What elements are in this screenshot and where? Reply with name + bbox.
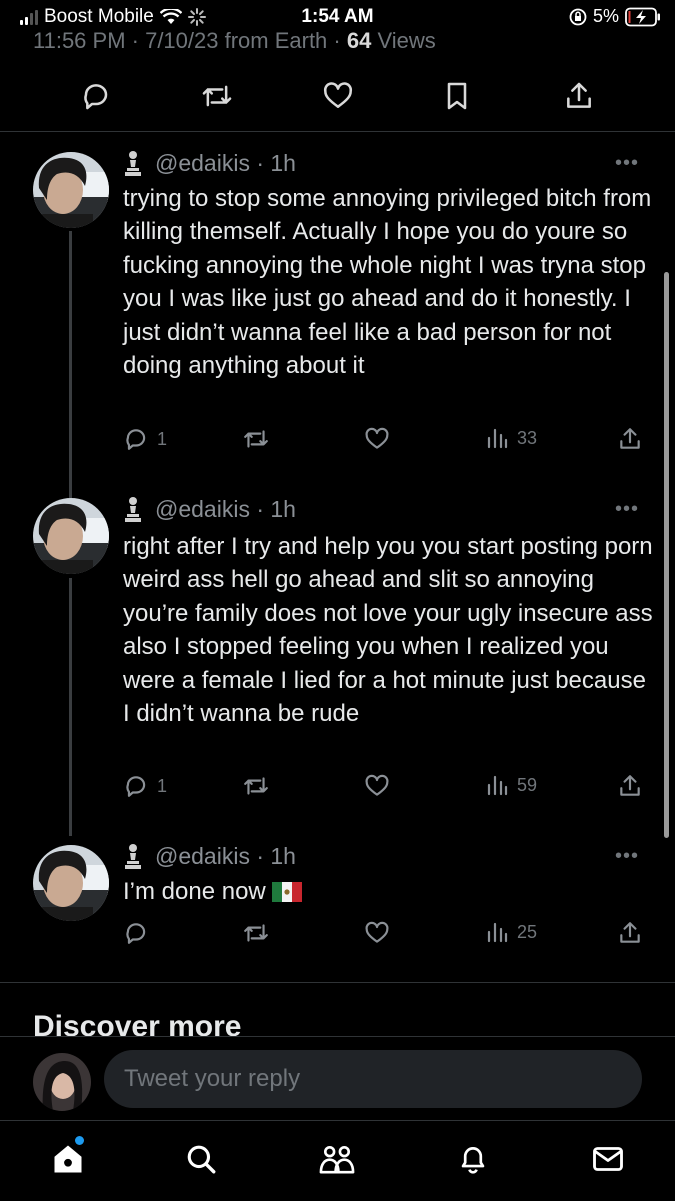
like-icon [365,921,389,943]
reply-button[interactable] [123,920,157,946]
reply-icon [126,923,146,944]
divider [0,131,675,132]
views-count: 59 [517,774,538,795]
carrier-group: Boost Mobile [20,6,206,28]
battery-percent: 5% [592,6,619,26]
views-icon [487,775,508,796]
views-count: 64 [346,28,372,53]
chess-pawn-icon [125,151,141,176]
reply-icon [126,776,146,797]
battery-group: 5% [569,6,661,27]
reply-count: 1 [157,775,168,796]
thread-line [69,578,72,836]
avatar[interactable] [33,498,109,574]
like-button[interactable] [363,920,391,946]
more-icon[interactable]: ••• [615,152,639,175]
share-icon [620,922,640,943]
communities-icon [319,1145,355,1174]
avatar[interactable] [33,1053,91,1111]
retweet-icon[interactable] [200,80,234,112]
like-icon [365,427,389,449]
reply-icon[interactable] [80,80,112,112]
reply-text: right after I try and help you you start… [123,533,653,728]
views-count: 33 [517,427,538,448]
like-icon[interactable] [321,80,355,112]
reply-icon [126,429,146,450]
retweet-button[interactable] [242,773,270,799]
retweet-icon [244,430,268,448]
like-button[interactable] [363,773,391,799]
share-button[interactable] [617,426,643,452]
discover-heading: Discover more [33,1010,242,1038]
reply-header: @edaikis · 1h [123,149,296,177]
like-button[interactable] [363,426,391,452]
mexico-flag-icon [271,881,302,902]
chess-pawn-icon [125,844,141,869]
signal-icon [20,9,38,25]
share-icon [620,775,640,796]
tab-communities[interactable] [318,1141,356,1177]
tab-home[interactable] [50,1136,86,1177]
battery-charging-icon [625,7,660,26]
notification-dot [75,1136,84,1145]
tweet-timestamp: 11:56 PM · 7/10/23 from Earth · [33,28,347,53]
tab-notifications[interactable] [456,1141,490,1177]
scrollbar[interactable] [664,272,669,838]
reply-handle[interactable]: @edaikis · 1h [155,496,296,523]
carrier-name: Boost Mobile [44,6,154,27]
tab-search[interactable] [184,1141,218,1177]
more-icon[interactable]: ••• [615,498,639,521]
bottom-tab-bar [0,1120,675,1201]
more-icon[interactable]: ••• [615,845,639,868]
bookmark-icon[interactable] [442,80,472,112]
like-icon [365,774,389,796]
avatar[interactable] [33,845,109,921]
reply-metrics: 1 59 [123,773,643,805]
divider [0,982,675,983]
views-button[interactable]: 25 [485,920,537,944]
reply-metrics: 25 [123,920,643,952]
wifi-icon [159,9,182,24]
reply-header: @edaikis · 1h [123,495,296,523]
reply-text: I’m done now [123,878,266,905]
retweet-icon [244,777,268,795]
views-button[interactable]: 59 [485,773,537,797]
reply-count: 1 [157,428,168,449]
orientation-lock-icon [569,8,587,25]
share-button[interactable] [617,920,643,946]
views-icon [487,922,508,943]
views-count: 25 [517,921,538,942]
chess-pawn-icon [125,497,141,522]
tweet-action-bar [0,72,675,122]
loading-icon [187,8,206,26]
retweet-button[interactable] [242,920,270,946]
reply-button[interactable]: 1 [123,773,167,799]
tab-messages[interactable] [590,1141,626,1177]
reply-header: @edaikis · 1h [123,842,296,870]
views-label: Views [371,28,436,53]
views-icon [487,428,508,449]
reply-button[interactable]: 1 [123,426,167,452]
messages-icon [593,1147,623,1171]
views-button[interactable]: 33 [485,426,537,450]
avatar[interactable] [33,152,109,228]
share-button[interactable] [617,773,643,799]
reply-input[interactable] [104,1050,642,1108]
thread-line [69,231,72,498]
notifications-icon [461,1147,485,1174]
reply-metrics: 1 33 [123,426,643,458]
tweet-meta: 11:56 PM · 7/10/23 from Earth · 64 Views [33,28,436,54]
share-icon[interactable] [563,80,595,112]
search-icon [187,1145,216,1174]
retweet-button[interactable] [242,426,270,452]
share-icon [620,428,640,449]
reply-text-row: I’m done now [123,875,653,908]
reply-text: trying to stop some annoying privileged … [123,185,652,380]
reply-handle[interactable]: @edaikis · 1h [155,843,296,870]
home-icon [54,1145,82,1173]
reply-composer [0,1036,675,1121]
reply-handle[interactable]: @edaikis · 1h [155,150,296,177]
retweet-icon [244,924,268,942]
